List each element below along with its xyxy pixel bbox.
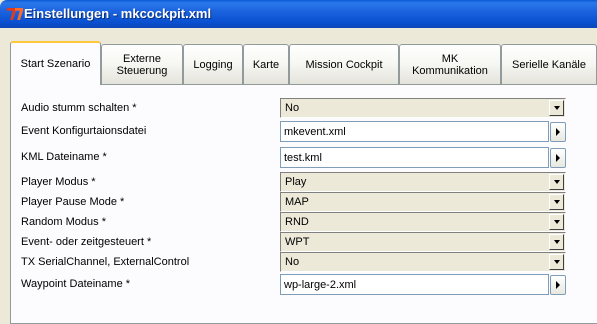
tab-label: Externe Steuerung	[116, 52, 168, 77]
kml-file-input[interactable]: test.kml	[280, 147, 549, 168]
setting-row-event-or-time: Event- oder zeitgesteuert * WPT	[11, 232, 597, 253]
setting-row-kml-file: KML Dateiname * test.kml	[11, 147, 597, 168]
setting-label: KML Dateiname *	[21, 151, 107, 163]
setting-label: Random Modus *	[21, 216, 106, 228]
chevron-right-icon	[556, 128, 560, 136]
setting-row-tx-serial-channel: TX SerialChannel, ExternalControl No	[11, 252, 597, 273]
setting-label: Waypoint Dateiname *	[21, 278, 131, 290]
setting-row-player-mode: Player Modus * Play	[11, 172, 597, 193]
dropdown-arrow-button[interactable]	[549, 214, 564, 230]
dropdown-arrow-button[interactable]	[549, 194, 564, 210]
event-config-file-input[interactable]: mkevent.xml	[280, 121, 549, 142]
random-mode-select[interactable]: RND	[280, 212, 566, 232]
event-config-browse-button[interactable]	[550, 122, 566, 142]
setting-row-random-mode: Random Modus * RND	[11, 212, 597, 233]
title-bar[interactable]: Einstellungen - mkcockpit.xml	[0, 0, 597, 28]
dialog-body: Start Szenario Externe Steuerung Logging…	[0, 28, 597, 324]
tab-logging[interactable]: Logging	[183, 44, 243, 84]
tab-karte[interactable]: Karte	[243, 44, 289, 84]
setting-label: TX SerialChannel, ExternalControl	[21, 256, 190, 268]
kml-file-browse-button[interactable]	[550, 148, 566, 168]
tab-mk-kommunikation[interactable]: MK Kommunikation	[399, 44, 501, 84]
select-value: RND	[285, 216, 309, 228]
setting-label: Player Modus *	[21, 176, 96, 188]
player-mode-select[interactable]: Play	[280, 172, 566, 192]
tab-serielle-kanaele[interactable]: Serielle Kanäle	[501, 44, 597, 84]
setting-row-player-pause-mode: Player Pause Mode * MAP	[11, 192, 597, 213]
setting-label: Event Konfigurtaionsdatei	[21, 125, 147, 137]
audio-mute-select[interactable]: No	[280, 98, 566, 118]
player-pause-mode-select[interactable]: MAP	[280, 192, 566, 212]
setting-row-event-config: Event Konfigurtaionsdatei mkevent.xml	[11, 121, 597, 142]
dropdown-arrow-button[interactable]	[549, 234, 564, 250]
input-value: wp-large-2.xml	[284, 279, 357, 291]
tab-label: Start Szenario	[20, 58, 91, 70]
setting-label: Audio stumm schalten *	[21, 102, 137, 114]
settings-panel: Audio stumm schalten * No Event Konfigur…	[10, 84, 597, 324]
event-or-time-select[interactable]: WPT	[280, 232, 566, 252]
select-value: No	[285, 256, 300, 268]
input-value: mkevent.xml	[284, 126, 346, 138]
tab-label: Logging	[193, 58, 233, 71]
setting-label: Player Pause Mode *	[21, 196, 125, 208]
tab-label: Karte	[252, 58, 280, 71]
tab-start-szenario[interactable]: Start Szenario	[10, 41, 101, 85]
chevron-down-icon	[553, 260, 560, 264]
waypoint-file-browse-button[interactable]	[550, 275, 566, 295]
tab-label: MK Kommunikation	[412, 52, 488, 77]
chevron-down-icon	[553, 180, 560, 184]
chevron-right-icon	[556, 154, 560, 162]
select-value: WPT	[285, 236, 310, 248]
chevron-down-icon	[553, 220, 560, 224]
waypoint-file-input[interactable]: wp-large-2.xml	[280, 274, 549, 295]
setting-row-waypoint-file: Waypoint Dateiname * wp-large-2.xml	[11, 274, 597, 295]
input-value: test.kml	[284, 152, 322, 164]
dropdown-arrow-button[interactable]	[549, 100, 564, 116]
tab-strip: Start Szenario Externe Steuerung Logging…	[10, 38, 597, 85]
select-value: Play	[285, 176, 307, 188]
chevron-right-icon	[556, 281, 560, 289]
tab-label: Serielle Kanäle	[512, 58, 586, 71]
chevron-down-icon	[553, 240, 560, 244]
select-value: MAP	[285, 196, 309, 208]
window-title: Einstellungen - mkcockpit.xml	[24, 6, 212, 21]
setting-row-audio-mute: Audio stumm schalten * No	[11, 98, 597, 119]
tab-mission-cockpit[interactable]: Mission Cockpit	[289, 44, 399, 84]
tx-serial-channel-select[interactable]: No	[280, 252, 566, 272]
dropdown-arrow-button[interactable]	[549, 254, 564, 270]
tab-label: Mission Cockpit	[305, 58, 383, 71]
chevron-down-icon	[553, 106, 560, 110]
app-logo-icon	[7, 8, 23, 20]
dropdown-arrow-button[interactable]	[549, 174, 564, 190]
tab-externe-steuerung[interactable]: Externe Steuerung	[101, 44, 183, 84]
chevron-down-icon	[553, 200, 560, 204]
select-value: No	[285, 102, 300, 114]
setting-label: Event- oder zeitgesteuert *	[21, 236, 152, 248]
